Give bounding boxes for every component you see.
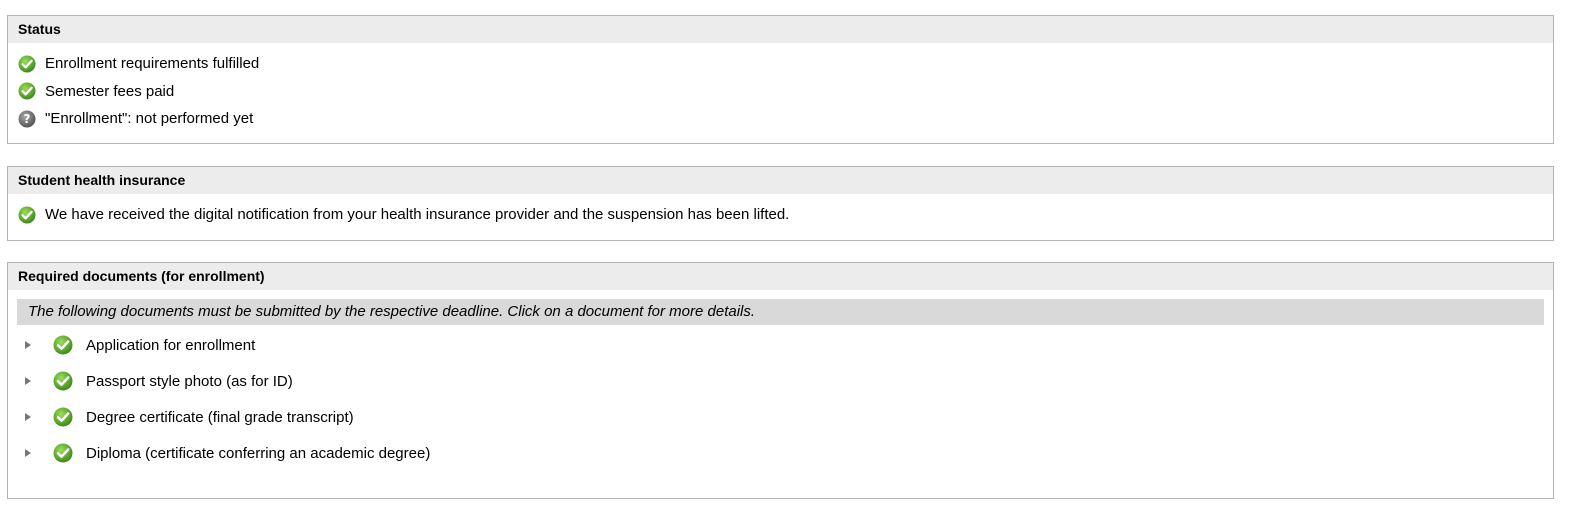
expand-arrow-icon[interactable]: [25, 377, 31, 385]
status-panel: Status Enrollment requirements fulfilled: [7, 15, 1554, 144]
insurance-list: We have received the digital notificatio…: [8, 194, 1553, 229]
document-item-degree-certificate[interactable]: Degree certificate (final grade transcri…: [8, 399, 1553, 435]
document-label[interactable]: Diploma (certificate conferring an acade…: [86, 445, 430, 462]
document-item-diploma[interactable]: Diploma (certificate conferring an acade…: [8, 435, 1553, 471]
status-item: ? "Enrollment": not performed yet: [8, 105, 1553, 133]
insurance-panel: Student health insurance We have receive…: [7, 166, 1554, 241]
status-item-text: "Enrollment": not performed yet: [45, 110, 254, 128]
expand-arrow-icon[interactable]: [25, 341, 31, 349]
status-item: Semester fees paid: [8, 78, 1553, 106]
check-icon: [53, 407, 73, 427]
expand-arrow-icon[interactable]: [25, 449, 31, 457]
insurance-panel-title: Student health insurance: [8, 167, 1553, 194]
status-item-text: Semester fees paid: [45, 82, 175, 100]
expand-arrow-icon[interactable]: [25, 413, 31, 421]
document-label[interactable]: Degree certificate (final grade transcri…: [86, 409, 354, 426]
documents-list: Application for enrollment Passport styl…: [8, 325, 1553, 471]
documents-panel-title: Required documents (for enrollment): [8, 263, 1553, 290]
check-icon: [53, 371, 73, 391]
document-label[interactable]: Application for enrollment: [86, 337, 255, 354]
status-panel-title: Status: [8, 16, 1553, 43]
document-label[interactable]: Passport style photo (as for ID): [86, 373, 293, 390]
check-icon: [18, 206, 36, 224]
insurance-item: We have received the digital notificatio…: [8, 201, 1553, 229]
question-icon: ?: [18, 110, 36, 128]
document-item-application[interactable]: Application for enrollment: [8, 327, 1553, 363]
check-icon: [53, 443, 73, 463]
insurance-item-text: We have received the digital notificatio…: [45, 206, 790, 224]
documents-panel: Required documents (for enrollment) The …: [7, 262, 1554, 499]
status-list: Enrollment requirements fulfilled Semest…: [8, 43, 1553, 133]
document-item-photo[interactable]: Passport style photo (as for ID): [8, 363, 1553, 399]
documents-note: The following documents must be submitte…: [17, 299, 1544, 325]
check-icon: [53, 335, 73, 355]
svg-text:?: ?: [24, 112, 31, 126]
status-item: Enrollment requirements fulfilled: [8, 50, 1553, 78]
check-icon: [18, 55, 36, 73]
check-icon: [18, 82, 36, 100]
status-item-text: Enrollment requirements fulfilled: [45, 55, 260, 73]
